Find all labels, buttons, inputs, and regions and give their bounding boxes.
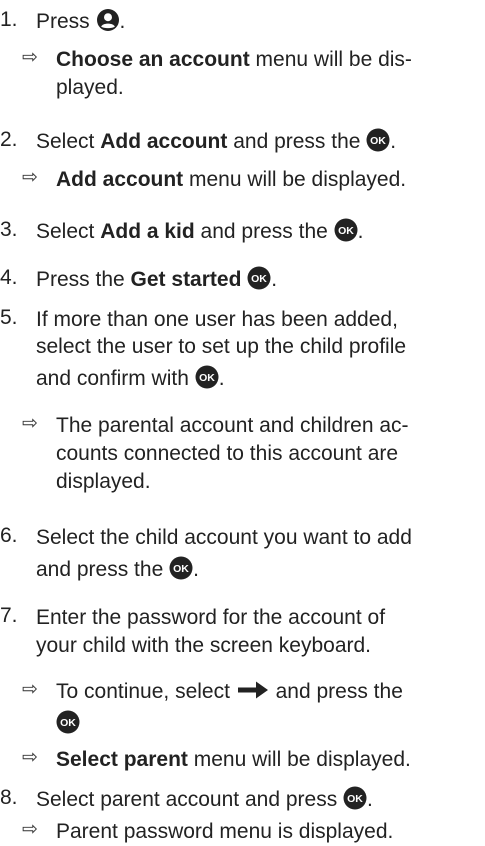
- step-text-post: .: [367, 788, 373, 811]
- step-text-pre: Select: [36, 130, 101, 153]
- step-number: 3.: [0, 218, 18, 241]
- ok-button-icon: OK: [366, 128, 390, 152]
- step-text-mid: and press the: [227, 130, 367, 153]
- button-name: Get started: [130, 268, 242, 291]
- result-text-rest-2: played.: [56, 76, 124, 99]
- step-text-post: .: [218, 367, 225, 390]
- step-3: 3. Select Add a kid and press the OK.: [0, 218, 485, 248]
- step-1: 1. Press .: [0, 8, 485, 38]
- step-2: 2. Select Add account and press the OK.: [0, 128, 485, 158]
- step-number: 5.: [0, 306, 18, 329]
- step-text: Press .: [36, 8, 479, 36]
- result-5: ⇨ The parental account and children ac-c…: [0, 412, 485, 502]
- step-text-post: .: [271, 268, 278, 291]
- step-5: 5. If more than one user has been added,…: [0, 306, 485, 396]
- step-text-line-2: select the user to set up the child prof…: [36, 335, 407, 358]
- menu-name: Add account: [56, 168, 184, 191]
- step-text-line-1: Enter the password for the account of: [36, 606, 386, 629]
- result-text-rest: Parent password menu is displayed.: [56, 820, 394, 843]
- result-1: ⇨ Choose an account menu will be dis-pla…: [0, 46, 485, 106]
- step-number: 4.: [0, 266, 18, 289]
- step-text-pre: Select: [36, 220, 101, 243]
- step-text-line-3: and confirm with: [36, 367, 195, 390]
- result-text: Parent password menu is displayed.: [56, 818, 479, 846]
- menu-item-name: Add a kid: [100, 220, 195, 243]
- menu-name: Select parent: [56, 748, 188, 771]
- step-text-line-1: Select the child account you want to add: [36, 526, 412, 549]
- result-arrow-icon: ⇨: [22, 167, 38, 188]
- result-text-rest: menu will be displayed.: [183, 168, 407, 191]
- result-arrow-icon: ⇨: [22, 47, 38, 68]
- step-text-pre: Press the: [36, 268, 131, 291]
- result-text: Choose an account menu will be dis-playe…: [56, 46, 479, 102]
- step-number: 7.: [0, 604, 18, 627]
- menu-item-name: Add account: [100, 130, 228, 153]
- svg-text:OK: OK: [199, 372, 215, 384]
- result-7a: ⇨ To continue, select and press the OK: [0, 678, 485, 736]
- user-account-icon: [96, 9, 119, 31]
- result-7b: ⇨ Select parent menu will be displayed.: [0, 746, 485, 776]
- svg-text:OK: OK: [347, 793, 363, 805]
- result-text-line-1: The parental account and children ac-: [56, 414, 409, 437]
- svg-text:OK: OK: [338, 225, 354, 237]
- step-text-post: .: [119, 10, 126, 33]
- ok-button-icon: OK: [169, 556, 193, 580]
- svg-text:OK: OK: [173, 563, 189, 575]
- step-text-line-1: If more than one user has been added,: [36, 308, 398, 331]
- result-arrow-icon: ⇨: [22, 819, 38, 840]
- step-text-post: .: [357, 220, 364, 243]
- step-6: 6. Select the child account you want to …: [0, 524, 485, 586]
- ok-button-icon: OK: [56, 710, 80, 734]
- step-text: Select Add a kid and press the OK.: [36, 218, 479, 246]
- svg-text:OK: OK: [370, 135, 386, 147]
- step-text-post: .: [390, 130, 397, 153]
- result-text-line-3: displayed.: [56, 470, 151, 493]
- ok-button-icon: OK: [343, 786, 367, 810]
- ok-button-icon: OK: [334, 218, 358, 242]
- step-text-pre: Select parent account and press: [36, 788, 344, 811]
- result-text: The parental account and children ac-cou…: [56, 412, 479, 496]
- step-number: 6.: [0, 524, 18, 547]
- step-text: Select Add account and press the OK.: [36, 128, 479, 156]
- result-arrow-icon: ⇨: [22, 747, 38, 768]
- result-text: Add account menu will be displayed.: [56, 166, 479, 194]
- step-text: Enter the password for the account of you…: [36, 604, 479, 660]
- step-text-post: .: [193, 558, 199, 581]
- result-text-line-2: counts connected to this account are: [56, 442, 399, 465]
- step-number: 1.: [0, 8, 18, 31]
- result-text-rest: menu will be dis-: [249, 48, 412, 71]
- result-arrow-icon: ⇨: [22, 679, 38, 700]
- result-arrow-icon: ⇨: [22, 413, 38, 434]
- instruction-document: 1. Press . ⇨ Choose an account menu will…: [0, 0, 485, 844]
- ok-button-icon: OK: [247, 266, 271, 290]
- result-text-mid: and press the: [269, 680, 403, 703]
- right-arrow-icon: [237, 681, 268, 699]
- menu-name: Choose an account: [56, 48, 250, 71]
- result-text-pre: To continue, select: [56, 680, 236, 703]
- step-7: 7. Enter the password for the account of…: [0, 604, 485, 664]
- step-number: 2.: [0, 128, 18, 151]
- step-text-line-2: and press the: [36, 558, 170, 581]
- step-text-pre: Press: [36, 10, 90, 33]
- step-text-mid: and press the: [194, 220, 334, 243]
- ok-button-icon: OK: [195, 365, 219, 389]
- result-text-rest: menu will be displayed.: [187, 748, 411, 771]
- step-number: 8.: [0, 786, 18, 809]
- result-text: To continue, select and press the OK: [56, 678, 479, 738]
- svg-text:OK: OK: [60, 717, 76, 729]
- step-4: 4. Press the Get started OK.: [0, 266, 485, 296]
- step-text-line-2: your child with the screen keyboard.: [36, 634, 372, 657]
- step-text: Press the Get started OK.: [36, 266, 479, 294]
- step-text: If more than one user has been added, sel…: [36, 306, 479, 392]
- step-text: Select parent account and press OK.: [36, 786, 479, 814]
- result-text: Select parent menu will be displayed.: [56, 746, 479, 774]
- step-text: Select the child account you want to add…: [36, 524, 479, 584]
- step-8: 8. Select parent account and press OK.: [0, 786, 485, 816]
- result-8: ⇨ Parent password menu is displayed.: [0, 818, 485, 844]
- svg-text:OK: OK: [251, 273, 267, 285]
- result-2: ⇨ Add account menu will be displayed.: [0, 166, 485, 196]
